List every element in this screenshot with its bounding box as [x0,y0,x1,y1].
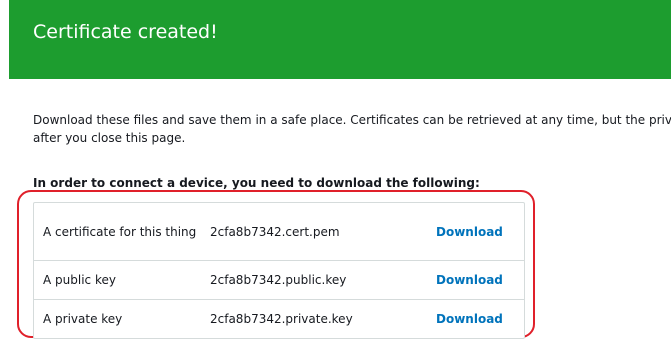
table-row: A public key 2cfa8b7342.public.key Downl… [34,260,524,299]
intro-text: Download these files and save them in a … [33,111,671,147]
download-private-key-link[interactable]: Download [436,312,524,326]
row-filename: 2cfa8b7342.private.key [210,312,353,326]
banner-title: Certificate created! [33,21,218,43]
intro-line-2: after you close this page. [33,131,186,145]
download-public-key-link[interactable]: Download [436,273,524,287]
table-row: A certificate for this thing 2cfa8b7342.… [34,203,524,260]
intro-line-1: Download these files and save them in a … [33,113,671,127]
downloads-heading: In order to connect a device, you need t… [33,176,480,190]
row-label: A private key [43,312,123,326]
success-banner: Certificate created! [9,0,671,79]
download-cert-link[interactable]: Download [436,225,524,239]
table-row: A private key 2cfa8b7342.private.key Dow… [34,299,524,338]
row-filename: 2cfa8b7342.public.key [210,273,347,287]
downloads-table: A certificate for this thing 2cfa8b7342.… [33,202,525,339]
row-label: A certificate for this thing [43,224,197,239]
row-label: A public key [43,273,116,287]
row-filename: 2cfa8b7342.cert.pem [210,224,340,239]
